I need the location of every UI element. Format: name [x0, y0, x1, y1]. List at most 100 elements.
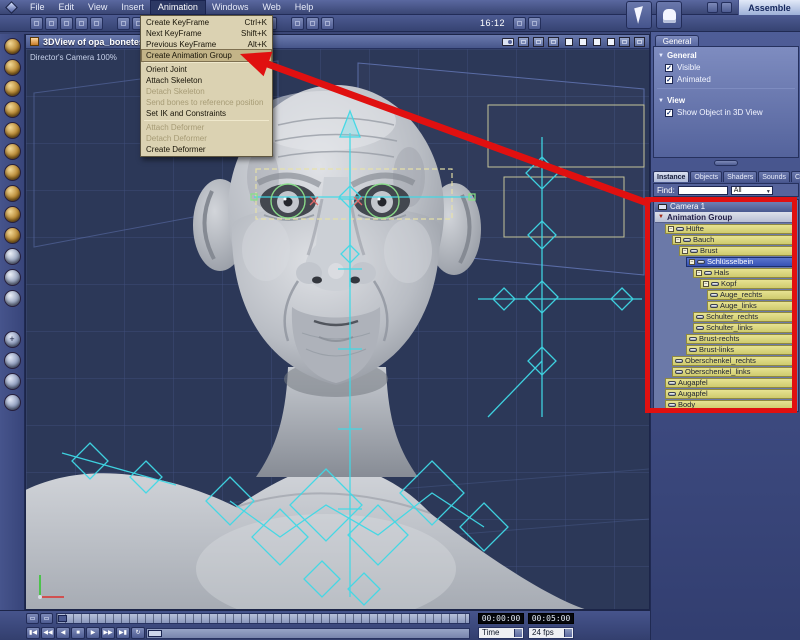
expander-icon[interactable] [689, 258, 695, 265]
rotate-view-button[interactable] [3, 373, 21, 390]
menuitem-set-ik[interactable]: Set IK and Constraints [142, 108, 271, 119]
tree-item[interactable]: Schlüsselbein [655, 256, 797, 267]
rewind-button[interactable] [41, 627, 55, 639]
section-view[interactable]: View [654, 92, 798, 106]
tool-orb[interactable] [3, 248, 21, 265]
timeline-scrollbar[interactable] [146, 628, 470, 639]
viewport-option-button[interactable] [619, 36, 630, 47]
toolbar-button[interactable] [306, 16, 319, 30]
tree-item[interactable]: Auge_links [655, 300, 797, 311]
expander-icon[interactable] [696, 269, 702, 276]
tool-orb[interactable] [3, 290, 21, 307]
menuitem-send-bones[interactable]: Send bones to reference position [142, 97, 271, 108]
toolbar-button[interactable] [75, 16, 88, 30]
tree-item[interactable]: Augapfel [655, 377, 797, 388]
fast-forward-button[interactable] [101, 627, 115, 639]
tool-orb[interactable] [3, 206, 21, 223]
tree-item[interactable]: Schulter_rechts [655, 311, 797, 322]
window-menu-icon[interactable] [30, 37, 39, 46]
menu-help[interactable]: Help [288, 1, 321, 14]
timeline-ruler[interactable] [56, 613, 470, 624]
tree-item[interactable]: Hüfte [655, 223, 797, 234]
toolbar-button[interactable] [291, 16, 304, 30]
panel-grip[interactable] [713, 160, 738, 166]
header-icon[interactable] [721, 2, 732, 13]
tool-orb[interactable] [3, 59, 21, 76]
viewport-option-button[interactable] [634, 36, 645, 47]
tool-orb[interactable] [3, 38, 21, 55]
menu-insert[interactable]: Insert [114, 1, 151, 14]
menuitem-attach-skeleton[interactable]: Attach Skeleton [142, 75, 271, 86]
viewport-titlebar[interactable]: 3DView of opa_bonetest [26, 35, 649, 49]
menuitem-create-deformer[interactable]: Create Deformer [142, 144, 271, 155]
display-mode-button[interactable] [548, 36, 559, 47]
render-quality-button[interactable] [579, 37, 587, 46]
go-end-button[interactable] [116, 627, 130, 639]
go-start-button[interactable] [26, 627, 40, 639]
viewport-canvas[interactable] [26, 49, 649, 609]
tree-item[interactable]: Oberschenkel_rechts [655, 355, 797, 366]
pan-tool-button[interactable] [3, 352, 21, 369]
tool-orb[interactable] [3, 80, 21, 97]
scroll-thumb[interactable] [148, 630, 162, 637]
tree-item[interactable]: Bauch [655, 234, 797, 245]
checkbox-visible[interactable]: Visible [654, 61, 798, 73]
menuitem-previous-keyframe[interactable]: Previous KeyFrame Alt+K [142, 39, 271, 50]
tab-shaders[interactable]: Shaders [723, 171, 758, 182]
room-label-assemble[interactable]: Assemble [738, 0, 800, 15]
menuitem-attach-deformer[interactable]: Attach Deformer [142, 122, 271, 133]
tool-orb[interactable] [3, 122, 21, 139]
zoom-tool-button[interactable]: + [3, 331, 21, 348]
tree-item-animation-group[interactable]: ▼ Animation Group [655, 212, 797, 223]
tree-item[interactable]: Body [655, 399, 797, 410]
tree-item[interactable]: Oberschenkel_links [655, 366, 797, 377]
find-input[interactable] [677, 185, 728, 195]
tree-item[interactable]: Hals [655, 267, 797, 278]
tab-sounds[interactable]: Sounds [758, 171, 790, 182]
tree-item[interactable]: Schulter_links [655, 322, 797, 333]
camera-select-icon[interactable] [502, 37, 514, 46]
menuitem-detach-skeleton[interactable]: Detach Skeleton [142, 86, 271, 97]
menu-web[interactable]: Web [255, 1, 287, 14]
tab-instance[interactable]: Instance [653, 171, 690, 182]
fps-dropdown[interactable]: 24 fps [528, 627, 574, 639]
header-icon[interactable] [707, 2, 718, 13]
tool-orb[interactable] [3, 269, 21, 286]
tool-orb[interactable] [3, 164, 21, 181]
menuitem-detach-deformer[interactable]: Detach Deformer [142, 133, 271, 144]
expander-icon[interactable] [675, 236, 681, 243]
toolbar-button[interactable] [528, 16, 542, 30]
render-quality-button[interactable] [565, 37, 573, 46]
toolbar-button[interactable] [513, 16, 527, 30]
toolbar-button[interactable] [30, 16, 43, 30]
tree-item[interactable]: Brust [655, 245, 797, 256]
tree-item[interactable]: Kopf [655, 278, 797, 289]
play-reverse-button[interactable] [56, 627, 70, 639]
tool-orb[interactable] [3, 185, 21, 202]
stop-button[interactable] [71, 627, 85, 639]
menuitem-orient-joint[interactable]: Orient Joint [142, 64, 271, 75]
render-quality-button[interactable] [593, 37, 601, 46]
tree-item[interactable]: Auge_rechts [655, 289, 797, 300]
menu-view[interactable]: View [81, 1, 114, 14]
tool-orb[interactable] [3, 227, 21, 244]
toolbar-button[interactable] [117, 16, 130, 30]
render-quality-button[interactable] [607, 37, 615, 46]
menu-edit[interactable]: Edit [52, 1, 82, 14]
menu-file[interactable]: File [23, 1, 52, 14]
tree-item-camera[interactable]: Camera 1 [655, 201, 797, 212]
expander-icon[interactable]: ▼ [658, 214, 664, 220]
hand-tool-button[interactable] [656, 1, 682, 29]
expander-icon[interactable] [668, 225, 674, 232]
playhead[interactable] [58, 615, 67, 622]
toolbar-button[interactable] [90, 16, 103, 30]
checkbox-animated[interactable]: Animated [654, 73, 798, 85]
section-general[interactable]: General [654, 47, 798, 61]
display-mode-button[interactable] [533, 36, 544, 47]
toolbar-button[interactable] [321, 16, 334, 30]
add-key-button[interactable] [26, 613, 39, 624]
toolbar-button[interactable] [45, 16, 58, 30]
remove-key-button[interactable] [40, 613, 53, 624]
menu-windows[interactable]: Windows [205, 1, 256, 14]
play-button[interactable] [86, 627, 100, 639]
